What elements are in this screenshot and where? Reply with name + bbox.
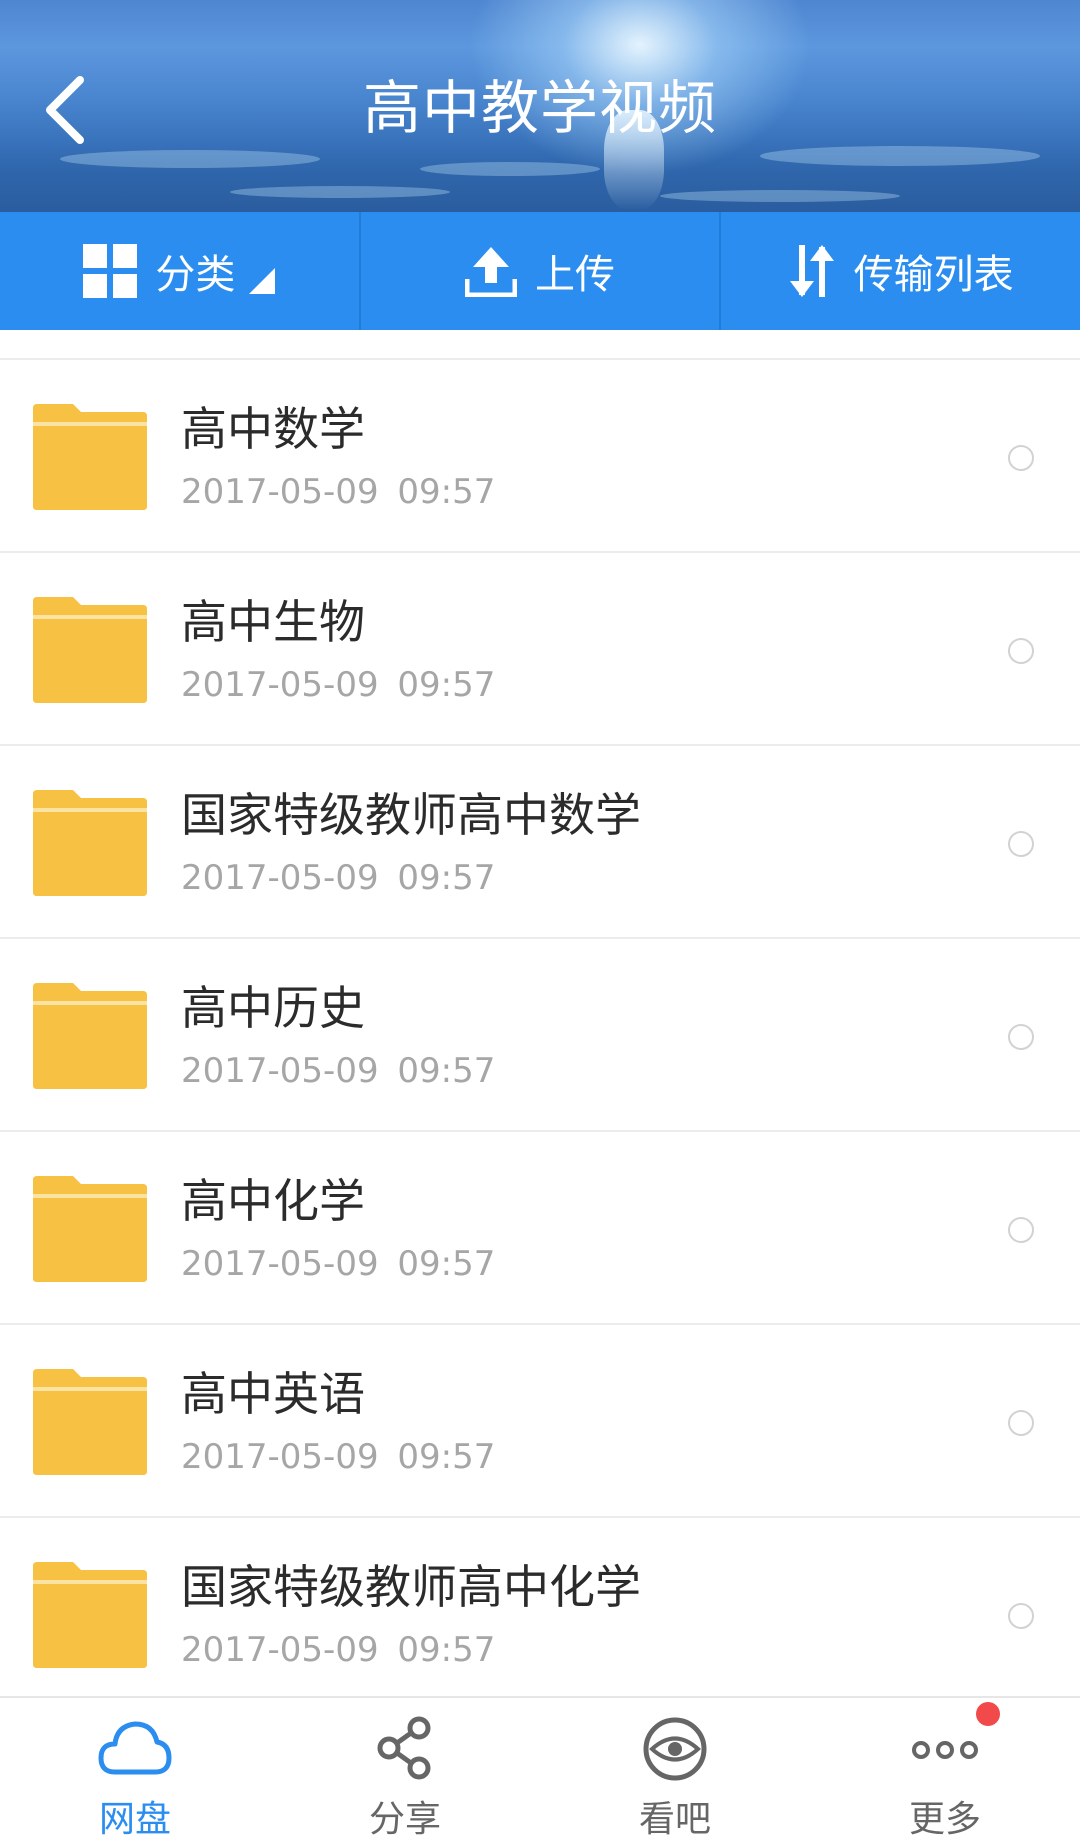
category-button[interactable]: 分类 — [0, 212, 359, 330]
caret-down-icon — [249, 268, 276, 294]
upload-icon — [465, 247, 517, 297]
select-radio[interactable] — [1008, 1024, 1034, 1050]
folder-modified-date: 2017-05-09 09:57 — [181, 858, 496, 898]
folder-name: 高中化学 — [181, 1174, 365, 1228]
notification-badge — [976, 1702, 1000, 1726]
select-radio[interactable] — [1008, 638, 1034, 664]
select-radio[interactable] — [1008, 445, 1034, 471]
folder-icon — [29, 1367, 151, 1477]
select-radio[interactable] — [1008, 1217, 1034, 1243]
transfer-list-button[interactable]: 传输列表 — [721, 212, 1080, 330]
folder-row[interactable]: 国家特级教师高中化学 2017-05-09 09:57 — [0, 1518, 1080, 1711]
folder-row[interactable]: 高中英语 2017-05-09 09:57 — [0, 1325, 1080, 1518]
more-icon — [912, 1741, 978, 1759]
nav-label-watch: 看吧 — [638, 1799, 711, 1840]
folder-modified-date: 2017-05-09 09:57 — [181, 1244, 496, 1284]
folder-icon — [29, 788, 151, 898]
eye-icon — [643, 1717, 707, 1781]
folder-modified-date: 2017-05-09 09:57 — [181, 665, 496, 705]
nav-tab-more[interactable]: 更多 — [810, 1698, 1080, 1846]
folder-row[interactable]: 高中化学 2017-05-09 09:57 — [0, 1132, 1080, 1325]
folder-modified-date: 2017-05-09 09:57 — [181, 1437, 496, 1477]
select-radio[interactable] — [1008, 1603, 1034, 1629]
page-title: 高中教学视频 — [362, 74, 717, 142]
action-toolbar: 分类 上传 传输列表 — [0, 212, 1080, 330]
folder-row[interactable]: 高中数学 2017-05-09 09:57 — [0, 360, 1080, 553]
folder-row[interactable]: 高中生物 2017-05-09 09:57 — [0, 553, 1080, 746]
folder-modified-date: 2017-05-09 09:57 — [181, 1630, 496, 1670]
folder-row[interactable]: 国家特级教师高中数学 2017-05-09 09:57 — [0, 746, 1080, 939]
nav-tab-watch[interactable]: 看吧 — [540, 1698, 810, 1846]
category-label: 分类 — [155, 252, 236, 298]
folder-modified-date: 2017-05-09 09:57 — [181, 472, 496, 512]
bottom-navigation: 网盘 分享 看吧 更多 — [0, 1696, 1080, 1846]
list-spacer — [0, 330, 1080, 360]
grid-icon — [83, 244, 138, 298]
cloud-icon — [98, 1721, 172, 1775]
folder-name: 国家特级教师高中数学 — [181, 788, 641, 842]
folder-modified-date: 2017-05-09 09:57 — [181, 1051, 496, 1091]
upload-button[interactable]: 上传 — [361, 212, 720, 330]
nav-label-share: 分享 — [368, 1799, 441, 1840]
folder-icon — [29, 981, 151, 1091]
folder-icon — [29, 1174, 151, 1284]
folder-icon — [29, 402, 151, 512]
folder-name: 高中历史 — [181, 981, 365, 1035]
nav-tab-share[interactable]: 分享 — [270, 1698, 540, 1846]
select-radio[interactable] — [1008, 1410, 1034, 1436]
share-icon — [377, 1716, 431, 1780]
folder-icon — [29, 1560, 151, 1670]
folder-name: 高中数学 — [181, 402, 365, 456]
transfer-arrows-icon — [789, 245, 834, 297]
nav-label-cloud: 网盘 — [98, 1799, 171, 1840]
transfer-list-label: 传输列表 — [853, 252, 1014, 298]
folder-name: 高中英语 — [181, 1367, 365, 1421]
folder-icon — [29, 595, 151, 705]
file-list: 高中数学 2017-05-09 09:57 高中生物 2017-05-09 09:57… — [0, 330, 1080, 1711]
header-banner: 高中教学视频 — [0, 0, 1080, 212]
folder-row[interactable]: 高中历史 2017-05-09 09:57 — [0, 939, 1080, 1132]
folder-name: 高中生物 — [181, 595, 365, 649]
nav-tab-cloud[interactable]: 网盘 — [0, 1698, 270, 1846]
upload-label: 上传 — [535, 252, 615, 298]
folder-name: 国家特级教师高中化学 — [181, 1560, 641, 1614]
select-radio[interactable] — [1008, 831, 1034, 857]
nav-label-more: 更多 — [908, 1799, 981, 1840]
